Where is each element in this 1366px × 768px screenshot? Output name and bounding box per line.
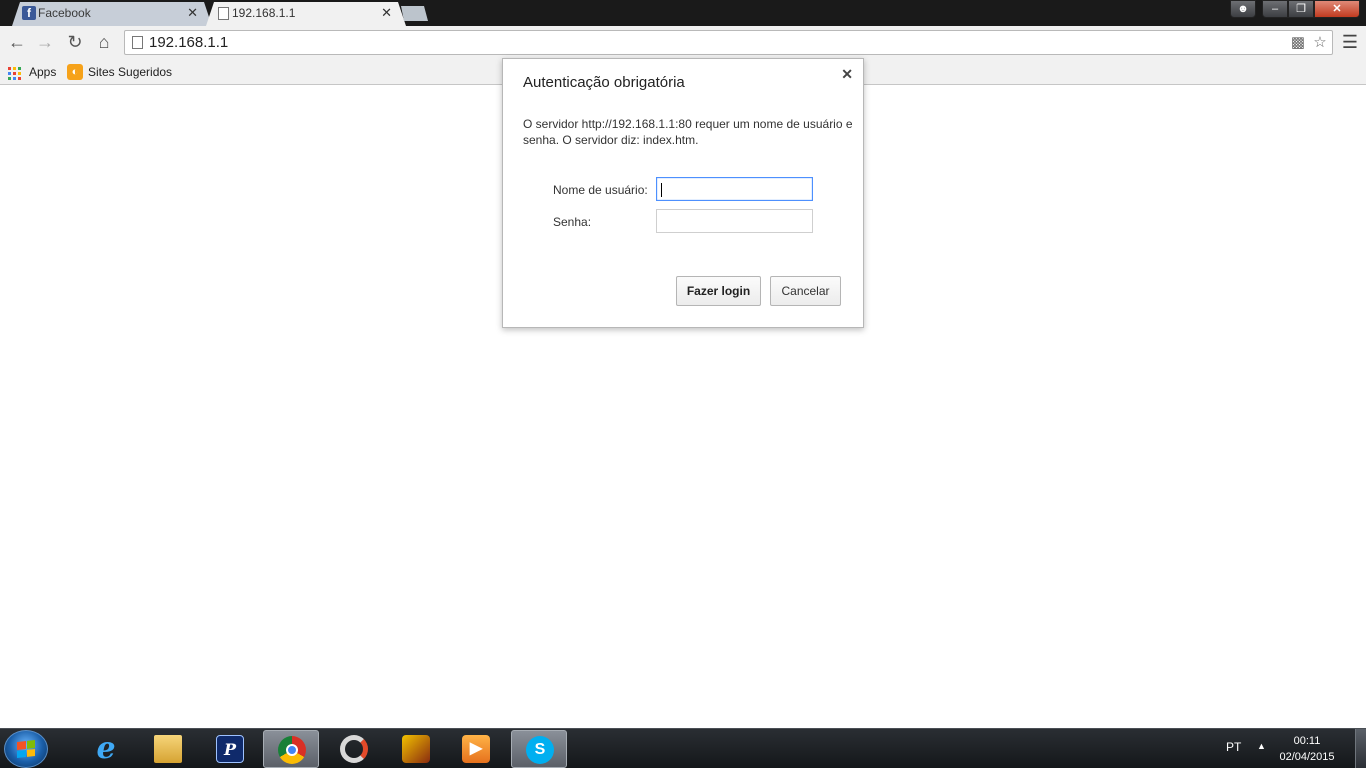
photoshop-icon: P [216, 735, 244, 763]
login-button[interactable]: Fazer login [676, 276, 761, 306]
home-icon[interactable]: ⌂ [93, 31, 115, 53]
forward-arrow-icon[interactable]: → [34, 31, 56, 53]
minimize-button[interactable]: – [1262, 0, 1288, 18]
text-caret [661, 183, 662, 197]
bookmark-suggested-sites[interactable]: ◐ Sites Sugeridos [67, 63, 172, 81]
address-bar[interactable]: 192.168.1.1 ▩ ☆ [124, 30, 1333, 55]
auth-dialog: Autenticação obrigatória ✕ O servidor ht… [502, 58, 864, 328]
page-info-icon[interactable] [132, 36, 143, 49]
dialog-title: Autenticação obrigatória [523, 74, 685, 91]
cancel-button[interactable]: Cancelar [770, 276, 841, 306]
taskbar-app-explorer[interactable] [140, 730, 196, 768]
bookmark-star-icon[interactable]: ☆ [1311, 34, 1329, 52]
apps-grid-icon [8, 67, 21, 80]
username-input[interactable] [656, 177, 813, 201]
chrome-menu-icon[interactable]: ☰ [1340, 31, 1360, 53]
windows-logo-icon [17, 740, 35, 758]
username-label: Nome de usuário: [553, 183, 648, 197]
taskbar-app-ie[interactable]: e [78, 730, 134, 768]
close-tab-icon[interactable]: ✕ [187, 2, 198, 24]
taskbar-app-media[interactable]: ▶ [448, 730, 504, 768]
tab-title: Facebook [38, 6, 91, 20]
browser-toolbar: ← → ↻ ⌂ 192.168.1.1 ▩ ☆ ☰ [0, 26, 1366, 59]
tab-title: 192.168.1.1 [232, 6, 296, 20]
taskbar-app-photoshop[interactable]: P [202, 730, 258, 768]
user-profile-icon[interactable]: ☻ [1230, 0, 1256, 18]
taskbar-app-spinner[interactable] [326, 730, 382, 768]
file-explorer-icon [154, 735, 182, 763]
dialog-message: O servidor http://192.168.1.1:80 requer … [523, 117, 853, 147]
show-hidden-icons-icon[interactable]: ▲ [1257, 741, 1266, 751]
bookmark-apps[interactable]: Apps [8, 63, 56, 81]
reload-icon[interactable]: ↻ [64, 31, 86, 53]
url-text[interactable]: 192.168.1.1 [149, 33, 228, 52]
page-icon [218, 7, 229, 20]
close-tab-icon[interactable]: ✕ [381, 2, 392, 24]
close-icon[interactable]: ✕ [841, 66, 853, 83]
show-desktop-button[interactable] [1355, 729, 1366, 768]
bookmark-label: Apps [29, 65, 57, 79]
system-clock[interactable]: 00:11 02/04/2015 [1272, 733, 1342, 765]
chrome-icon [278, 736, 306, 764]
browser-titlebar: f Facebook ✕ 192.168.1.1 ✕ ☻ – ❐ ✕ [0, 0, 1366, 26]
taskbar-app-chrome[interactable] [263, 730, 319, 768]
language-indicator[interactable]: PT [1226, 740, 1241, 754]
suggested-sites-icon: ◐ [67, 64, 83, 80]
start-button[interactable] [4, 730, 48, 768]
media-player-icon: ▶ [462, 735, 490, 763]
window-controls: ☻ – ❐ ✕ [1230, 0, 1360, 18]
tab-facebook[interactable]: f Facebook ✕ [12, 2, 212, 26]
internet-explorer-icon: e [96, 731, 116, 766]
password-input[interactable] [656, 209, 813, 233]
facebook-icon: f [22, 6, 36, 20]
tab-router[interactable]: 192.168.1.1 ✕ [206, 2, 406, 26]
clock-date: 02/04/2015 [1279, 751, 1335, 763]
password-label: Senha: [553, 215, 592, 229]
game-icon [402, 735, 430, 763]
restore-button[interactable]: ❐ [1288, 0, 1314, 18]
taskbar-app-game[interactable] [388, 730, 444, 768]
skype-icon: S [526, 736, 554, 764]
back-arrow-icon[interactable]: ← [6, 31, 28, 53]
bookmark-label: Sites Sugeridos [88, 65, 173, 79]
clock-time: 00:11 [1293, 735, 1321, 747]
close-window-button[interactable]: ✕ [1314, 0, 1360, 18]
taskbar-app-skype[interactable]: S [511, 730, 567, 768]
translate-icon[interactable]: ▩ [1289, 34, 1307, 52]
taskbar: e P ▶ S [0, 728, 1366, 768]
spinner-app-icon [340, 735, 368, 763]
